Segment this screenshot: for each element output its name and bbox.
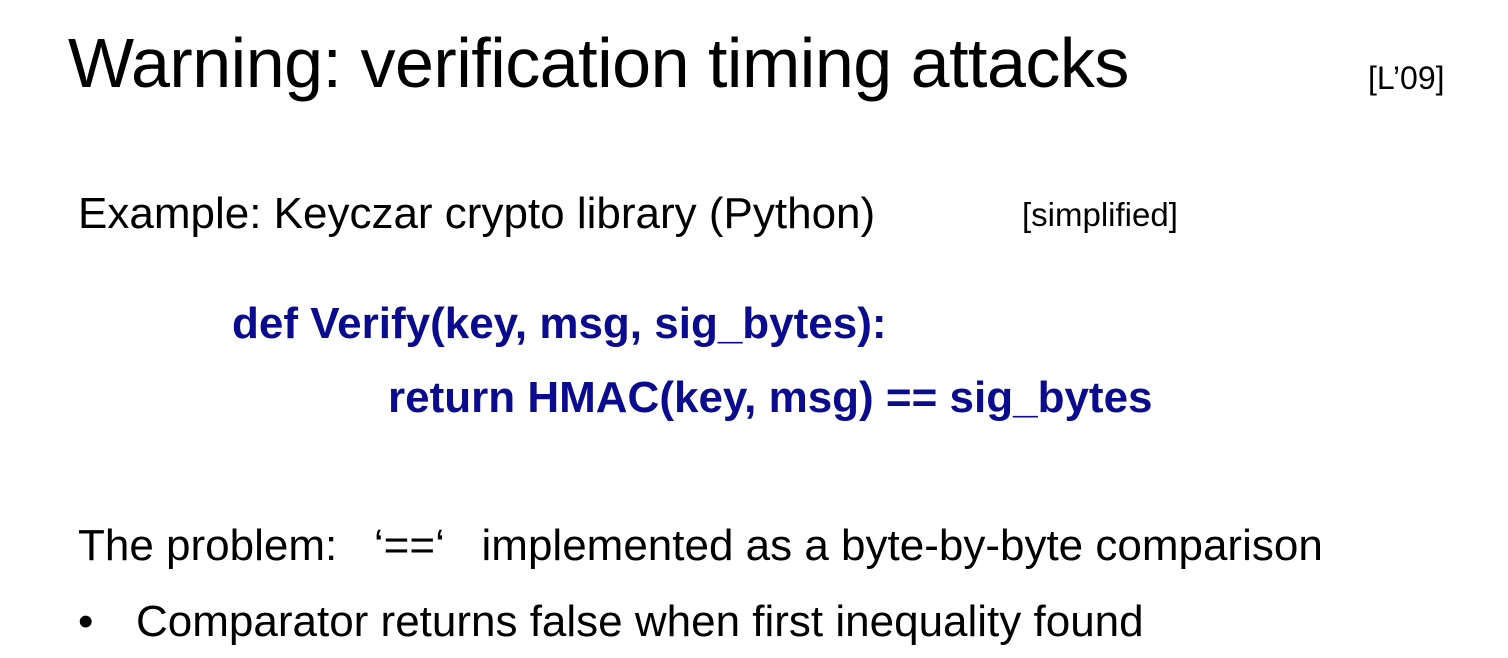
bullet-marker: • [78,597,94,646]
problem-statement: The problem: ‘==‘ implemented as a byte-… [78,521,1323,570]
slide-title: Warning: verification timing attacks [68,24,1129,102]
code-line-def: def Verify(key, msg, sig_bytes): [232,299,887,348]
slide: Warning: verification timing attacks [L’… [0,0,1508,658]
simplified-note: [simplified] [1022,196,1178,233]
example-line: Example: Keyczar crypto library (Python) [78,189,876,238]
citation: [L’09] [1368,60,1445,96]
code-line-return: return HMAC(key, msg) == sig_bytes [388,373,1153,422]
bullet-text: Comparator returns false when first ineq… [136,597,1144,646]
